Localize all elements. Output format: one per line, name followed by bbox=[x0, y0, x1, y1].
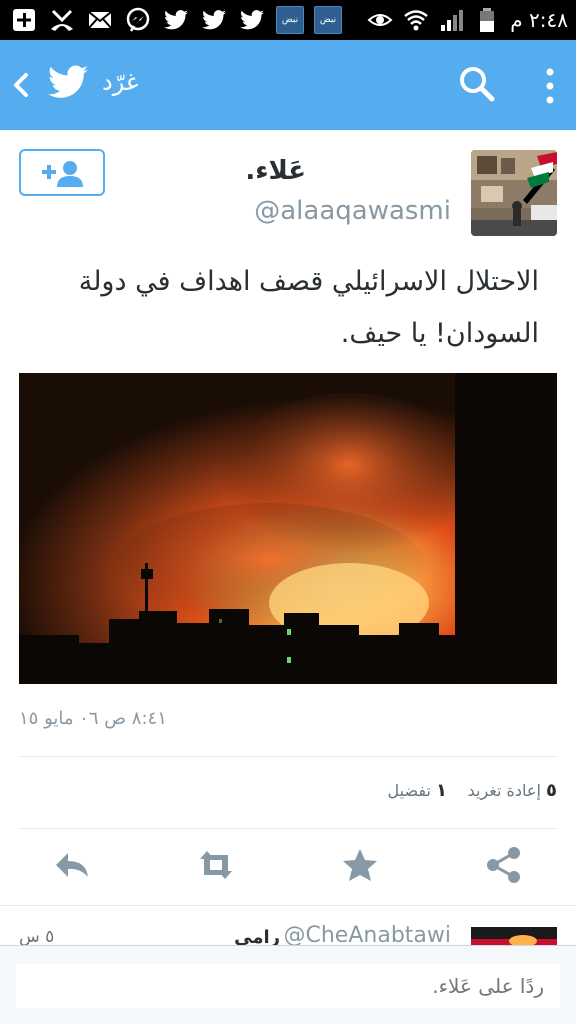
tweet-stats: ٥ إعادة تغريد ١ تفضيل bbox=[19, 780, 557, 810]
tweet-timestamp: ٨:٤١ ص ٠٦ مايو ١٥ bbox=[19, 708, 167, 729]
battery-icon bbox=[474, 6, 502, 34]
avatar[interactable] bbox=[471, 150, 557, 236]
status-bar: نبض نبض ٢:٤٨ م bbox=[0, 0, 576, 40]
retweets-label: إعادة تغريد bbox=[467, 781, 541, 800]
signal-icon bbox=[438, 6, 466, 34]
divider bbox=[19, 828, 557, 829]
divider bbox=[19, 756, 557, 757]
add-box-icon bbox=[10, 6, 38, 34]
favorites-stat[interactable]: ١ تفضيل bbox=[388, 780, 447, 801]
mail-icon bbox=[86, 6, 114, 34]
twitter-icon bbox=[162, 6, 190, 34]
follow-button[interactable] bbox=[19, 149, 105, 196]
nabd-app-icon: نبض bbox=[314, 6, 342, 34]
reply-display-name[interactable]: رامي bbox=[234, 927, 280, 945]
reply-avatar[interactable] bbox=[471, 927, 557, 945]
reply-icon[interactable] bbox=[52, 845, 92, 885]
system-indicators: ٢:٤٨ م bbox=[366, 6, 568, 34]
back-icon[interactable] bbox=[8, 67, 32, 103]
reply-handle[interactable]: @CheAnabtawi bbox=[284, 923, 452, 945]
notification-icons: نبض نبض bbox=[10, 6, 342, 34]
eye-icon bbox=[366, 6, 394, 34]
display-name[interactable]: عَلاء. bbox=[245, 156, 306, 186]
reply-composer bbox=[0, 945, 576, 1024]
messenger-icon bbox=[124, 6, 152, 34]
reply-age: ٥ س bbox=[19, 927, 55, 945]
twitter-icon bbox=[200, 6, 228, 34]
retweet-icon[interactable] bbox=[196, 845, 236, 885]
favorite-icon[interactable] bbox=[340, 845, 380, 885]
reply-tweet[interactable]: ٥ س رامي @CheAnabtawi bbox=[0, 905, 576, 945]
favorites-count: ١ bbox=[436, 780, 447, 801]
tweet-text-line: الاحتلال الاسرائيلي قصف اهداف في دولة bbox=[78, 266, 539, 297]
retweets-stat[interactable]: ٥ إعادة تغريد bbox=[468, 780, 557, 801]
twitter-icon bbox=[238, 6, 266, 34]
wifi-icon bbox=[402, 6, 430, 34]
reply-input[interactable] bbox=[16, 964, 560, 1008]
overflow-menu-icon[interactable] bbox=[538, 64, 562, 108]
missed-call-icon bbox=[48, 6, 76, 34]
favorites-label: تفضيل bbox=[387, 781, 431, 800]
app-bar: غرّد bbox=[0, 40, 576, 130]
tweet-photo[interactable] bbox=[19, 373, 557, 684]
search-icon[interactable] bbox=[457, 64, 497, 104]
tweet-text-line: السودان! يا حيف. bbox=[340, 318, 539, 349]
add-user-icon bbox=[42, 160, 83, 187]
nabd-app-icon: نبض bbox=[276, 6, 304, 34]
share-icon[interactable] bbox=[484, 845, 524, 885]
user-handle[interactable]: @alaaqawasmi bbox=[254, 196, 451, 226]
tweet-actions bbox=[0, 845, 576, 889]
tweet-text: الاحتلال الاسرائيلي قصف اهداف في دولة ال… bbox=[19, 256, 539, 360]
clock: ٢:٤٨ م bbox=[510, 8, 568, 32]
retweets-count: ٥ bbox=[546, 780, 557, 801]
twitter-logo-icon[interactable] bbox=[46, 64, 90, 104]
page-title: غرّد bbox=[102, 68, 139, 96]
